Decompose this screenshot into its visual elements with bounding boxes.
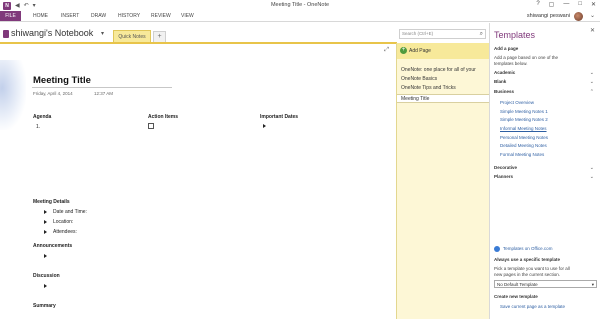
page-tab-item[interactable]: OneNote Basics <box>401 76 437 82</box>
template-link[interactable]: Personal Meeting Notes <box>500 135 548 140</box>
summary-heading[interactable]: Summary <box>33 303 56 309</box>
create-template-heading: Create new template <box>494 294 538 299</box>
title-bar: N ◀ ↶ ▾ Meeting Title - OneNote ? ▢ — □ … <box>0 0 600 11</box>
page-time: 12:37 AM <box>94 91 114 96</box>
decorative-splash <box>0 60 26 130</box>
page-date: Friday, April 4, 2014 <box>33 91 73 96</box>
meeting-details-heading[interactable]: Meeting Details <box>33 199 70 205</box>
search-placeholder: Search (Ctrl+E) <box>402 31 434 36</box>
bullet-triangle-icon <box>44 230 47 234</box>
bullet-triangle-icon <box>44 210 47 214</box>
onenote-window: N ◀ ↶ ▾ Meeting Title - OneNote ? ▢ — □ … <box>0 0 600 319</box>
category-label: Business <box>494 89 515 94</box>
agenda-heading[interactable]: Agenda <box>33 114 51 120</box>
close-icon[interactable]: ✕ <box>591 1 596 8</box>
tab-file[interactable]: FILE <box>0 11 21 21</box>
announcements-heading[interactable]: Announcements <box>33 243 72 249</box>
page-tabs-pane: + Add Page OneNote: one place for all of… <box>396 43 489 319</box>
always-use-heading: Always use a specific template <box>494 257 561 262</box>
chevron-down-icon: ⌄ <box>589 174 594 180</box>
title-divider <box>32 87 172 88</box>
bullet-triangle-icon <box>44 220 47 224</box>
window-title: Meeting Title - OneNote <box>270 2 330 8</box>
globe-icon <box>494 246 500 252</box>
category-label: Academic <box>494 70 516 75</box>
discussion-heading[interactable]: Discussion <box>33 273 60 279</box>
chevron-down-icon: ▾ <box>591 282 594 287</box>
always-use-desc: new pages in the current section. <box>494 272 561 277</box>
maximize-icon[interactable]: □ <box>578 1 582 8</box>
tab-view[interactable]: VIEW <box>181 12 194 21</box>
user-name[interactable]: shiwangi peswani <box>527 12 570 21</box>
template-link[interactable]: Detailed Meeting Notes <box>500 143 547 148</box>
notebook-bar: shiwangi's Notebook ▾ Quick Notes + Sear… <box>0 23 489 43</box>
agenda-item-number[interactable]: 1. <box>36 124 40 130</box>
ribbon-display-icon[interactable]: ▢ <box>549 1 555 8</box>
category-planners[interactable]: Planners ⌄ <box>494 174 594 180</box>
page-tab-item[interactable]: OneNote: one place for all of your <box>401 67 476 73</box>
important-dates-heading[interactable]: Important Dates <box>260 114 298 120</box>
tab-review[interactable]: REVIEW <box>151 12 171 21</box>
search-input[interactable]: Search (Ctrl+E) ⌕ <box>399 29 486 39</box>
category-blank[interactable]: Blank ⌄ <box>494 79 594 85</box>
templates-pane: Templates ✕ Add a page Add a page based … <box>489 23 600 319</box>
full-page-view-icon[interactable]: ⤢ <box>384 47 389 54</box>
chevron-up-icon: ⌃ <box>589 89 594 95</box>
category-decorative[interactable]: Decorative ⌄ <box>494 165 594 171</box>
expand-ribbon-icon[interactable]: ⌄ <box>590 12 595 19</box>
category-business[interactable]: Business ⌃ <box>494 89 594 95</box>
bullet-triangle-icon <box>44 284 47 288</box>
page-tab-item-active[interactable]: Meeting Title <box>397 94 489 103</box>
template-link[interactable]: Formal Meeting Notes <box>500 152 544 157</box>
add-section-button[interactable]: + <box>153 31 166 42</box>
default-template-value: No Default Template <box>497 282 538 287</box>
minimize-icon[interactable]: — <box>563 1 569 8</box>
bullet-triangle-icon <box>44 254 47 258</box>
template-link[interactable]: Simple Meeting Notes 2 <box>500 117 548 122</box>
plus-circle-icon: + <box>400 47 407 54</box>
add-page-desc: templates below. <box>494 61 528 66</box>
close-pane-icon[interactable]: ✕ <box>590 27 595 34</box>
add-page-label: Add Page <box>409 48 431 54</box>
search-icon[interactable]: ⌕ <box>480 30 483 38</box>
tab-insert[interactable]: INSERT <box>61 12 79 21</box>
add-page-button[interactable]: + Add Page <box>397 43 489 59</box>
detail-date-time[interactable]: Date and Time: <box>53 209 87 215</box>
ribbon-tabs: FILE HOME INSERT DRAW HISTORY REVIEW VIE… <box>0 11 600 22</box>
notebook-name[interactable]: shiwangi's Notebook <box>11 28 93 38</box>
notebook-icon <box>3 30 9 38</box>
default-template-select[interactable]: No Default Template ▾ <box>494 280 597 288</box>
templates-online-link[interactable]: Templates on Office.com <box>503 246 552 251</box>
category-label: Blank <box>494 79 507 84</box>
save-as-template-link[interactable]: Save current page as a template <box>500 304 565 309</box>
action-items-heading[interactable]: Action Items <box>148 114 178 120</box>
category-label: Planners <box>494 174 514 179</box>
template-link[interactable]: Project Overview <box>500 100 534 105</box>
always-use-desc: Pick a template you want to use for all <box>494 266 570 271</box>
tab-history[interactable]: HISTORY <box>118 12 140 21</box>
add-page-heading: Add a page <box>494 46 519 51</box>
window-controls: ? ▢ — □ ✕ <box>536 1 596 8</box>
chevron-down-icon: ⌄ <box>589 165 594 171</box>
detail-attendees[interactable]: Attendees: <box>53 229 77 235</box>
bullet-triangle-icon <box>263 124 266 128</box>
help-icon[interactable]: ? <box>536 1 539 8</box>
add-page-desc: Add a page based on one of the <box>494 55 559 60</box>
page-tab-item[interactable]: OneNote Tips and Tricks <box>401 85 456 91</box>
page-canvas[interactable]: ⤢ Meeting Title Friday, April 4, 2014 12… <box>0 44 395 319</box>
tab-home[interactable]: HOME <box>33 12 48 21</box>
templates-header: Templates <box>494 30 536 40</box>
template-link[interactable]: Simple Meeting Notes 1 <box>500 109 548 114</box>
detail-location[interactable]: Location: <box>53 219 73 225</box>
page-title[interactable]: Meeting Title <box>33 75 91 86</box>
tab-draw[interactable]: DRAW <box>91 12 106 21</box>
chevron-down-icon[interactable]: ▾ <box>101 30 104 37</box>
todo-checkbox[interactable] <box>148 123 154 129</box>
category-label: Decorative <box>494 165 518 170</box>
chevron-down-icon: ⌄ <box>589 79 594 85</box>
chevron-down-icon: ⌄ <box>589 70 594 76</box>
category-academic[interactable]: Academic ⌄ <box>494 70 594 76</box>
template-link[interactable]: Informal Meeting Notes <box>500 126 547 131</box>
avatar[interactable] <box>574 12 583 21</box>
